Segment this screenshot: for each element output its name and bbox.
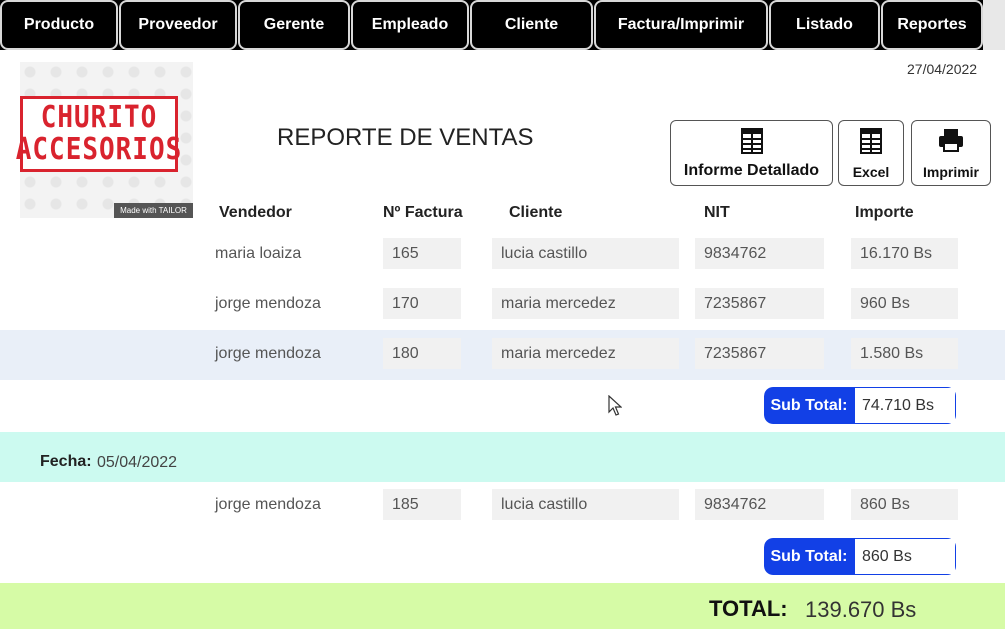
date-group-value: 05/04/2022 [97, 454, 178, 471]
cell-client: maria mercedez [492, 338, 679, 369]
top-nav: Producto Proveedor Gerente Empleado Clie… [0, 0, 1005, 50]
nav-cliente[interactable]: Cliente [470, 0, 593, 50]
total-value: 139.670 Bs [805, 597, 917, 622]
cell-invoice: 170 [383, 288, 461, 319]
subtotal-label: Sub Total: [764, 387, 854, 424]
subtotal-group-2: Sub Total: 860 Bs [764, 538, 956, 575]
total-label: TOTAL: [709, 596, 788, 621]
header-vendor: Vendedor [219, 204, 292, 221]
table-row[interactable]: maria loaiza 165 lucia castillo 9834762 … [0, 230, 1005, 280]
cell-nit: 7235867 [695, 338, 824, 369]
cell-client: lucia castillo [492, 238, 679, 269]
date-group-label: Fecha: [40, 453, 92, 470]
cell-client: lucia castillo [492, 489, 679, 520]
company-logo: CHURITO ACCESORIOS Made with TAILOR [16, 62, 193, 218]
nav-edge [983, 0, 1005, 50]
excel-icon [860, 128, 882, 157]
subtotal-value: 860 Bs [854, 538, 956, 575]
nav-producto[interactable]: Producto [0, 0, 118, 50]
table-row-highlighted[interactable]: jorge mendoza 180 maria mercedez 7235867… [0, 330, 1005, 380]
header-amount: Importe [855, 204, 914, 221]
nav-gerente[interactable]: Gerente [238, 0, 350, 50]
subtotal-value: 74.710 Bs [854, 387, 956, 424]
printer-icon [938, 128, 964, 155]
nav-factura-imprimir[interactable]: Factura/Imprimir [594, 0, 768, 50]
logo-line-2: ACCESORIOS [15, 132, 183, 168]
cell-amount: 16.170 Bs [851, 238, 958, 269]
cell-nit: 9834762 [695, 489, 824, 520]
cell-client: maria mercedez [492, 288, 679, 319]
excel-button[interactable]: Excel [838, 120, 904, 186]
spreadsheet-icon [740, 128, 763, 159]
cell-vendor: jorge mendoza [215, 495, 321, 513]
excel-label: Excel [852, 164, 890, 180]
nav-reportes[interactable]: Reportes [881, 0, 983, 50]
print-button[interactable]: Imprimir [911, 120, 991, 186]
nav-proveedor[interactable]: Proveedor [119, 0, 237, 50]
cell-amount: 1.580 Bs [851, 338, 958, 369]
made-with-badge: Made with TAILOR [114, 203, 193, 218]
header-nit: NIT [704, 204, 730, 221]
table-row[interactable]: jorge mendoza 185 lucia castillo 9834762… [0, 482, 1005, 532]
mouse-cursor-icon [608, 395, 622, 416]
table-row[interactable]: jorge mendoza 170 maria mercedez 7235867… [0, 280, 1005, 330]
cell-invoice: 185 [383, 489, 461, 520]
cell-nit: 7235867 [695, 288, 824, 319]
report-date: 27/04/2022 [907, 61, 978, 77]
cell-vendor: maria loaiza [215, 244, 302, 262]
page-title: REPORTE DE VENTAS [277, 124, 534, 151]
header-invoice: Nº Factura [383, 204, 463, 221]
print-label: Imprimir [922, 164, 979, 180]
subtotal-label: Sub Total: [764, 538, 854, 575]
cell-invoice: 180 [383, 338, 461, 369]
logo-wordmark: CHURITO ACCESORIOS [16, 96, 181, 172]
cell-nit: 9834762 [695, 238, 824, 269]
cell-vendor: jorge mendoza [215, 294, 321, 312]
detailed-report-button[interactable]: Informe Detallado [670, 120, 833, 186]
nav-empleado[interactable]: Empleado [351, 0, 469, 50]
nav-listado[interactable]: Listado [769, 0, 880, 50]
subtotal-group-1: Sub Total: 74.710 Bs [764, 387, 956, 424]
cell-vendor: jorge mendoza [215, 344, 321, 362]
cell-amount: 960 Bs [851, 288, 958, 319]
cell-amount: 860 Bs [851, 489, 958, 520]
detailed-report-label: Informe Detallado [683, 162, 820, 179]
header-client: Cliente [509, 204, 563, 221]
cell-invoice: 165 [383, 238, 461, 269]
